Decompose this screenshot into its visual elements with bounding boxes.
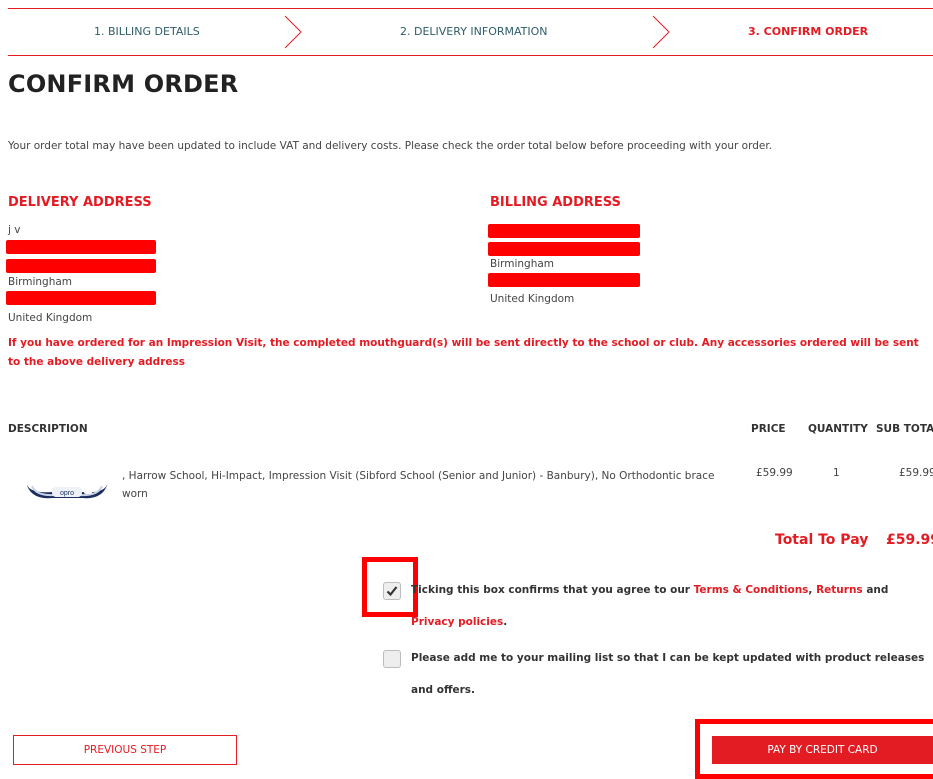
step-confirm-order: 3. CONFIRM ORDER [748, 25, 869, 38]
column-header-price: PRICE [751, 423, 786, 435]
redaction-bar [488, 224, 640, 238]
returns-link[interactable]: Returns [816, 584, 863, 596]
column-header-subtotal: SUB TOTAL [876, 423, 933, 435]
column-header-description: DESCRIPTION [8, 423, 88, 435]
terms-separator: , [808, 584, 817, 596]
total-value: £59.99 [886, 532, 933, 548]
product-price: £59.99 [756, 467, 793, 479]
svg-text:opro: opro [60, 490, 74, 497]
redaction-bar [488, 273, 640, 287]
terms-conditions-link[interactable]: Terms & Conditions [694, 584, 809, 596]
delivery-name: j v [8, 224, 21, 236]
redaction-bar [6, 240, 156, 254]
terms-text-prefix: Ticking this box confirms that you agree… [411, 584, 694, 596]
billing-city: Birmingham [490, 258, 555, 270]
delivery-country: United Kingdom [8, 312, 93, 324]
mailing-list-text: Please add me to your mailing list so th… [411, 652, 925, 696]
terms-end: . [503, 616, 508, 628]
checkout-steps: 1. BILLING DETAILS 2. DELIVERY INFORMATI… [8, 8, 933, 56]
billing-address-title: BILLING ADDRESS [490, 195, 621, 210]
redaction-bar [488, 242, 640, 256]
step-delivery-information[interactable]: 2. DELIVERY INFORMATION [400, 9, 548, 55]
terms-conjunction: and [862, 584, 889, 596]
chevron-right-icon [284, 15, 302, 49]
chevron-right-icon [652, 15, 670, 49]
mailing-list-checkbox[interactable] [383, 650, 401, 668]
table-row: opro [22, 474, 112, 504]
mouthguard-image: opro [26, 482, 108, 499]
step-billing-details[interactable]: 1. BILLING DETAILS [94, 9, 200, 55]
product-quantity: 1 [833, 467, 840, 479]
privacy-policies-link[interactable]: Privacy policies [411, 616, 503, 628]
impression-visit-notice: If you have ordered for an Impression Vi… [8, 337, 919, 368]
product-subtotal: £59.99 [899, 467, 933, 479]
previous-step-button[interactable]: PREVIOUS STEP [13, 735, 237, 765]
highlight-box [695, 719, 933, 779]
redaction-bar [6, 259, 156, 273]
intro-text: Your order total may have been updated t… [8, 140, 773, 152]
delivery-address-title: DELIVERY ADDRESS [8, 195, 152, 210]
highlight-box [362, 557, 418, 617]
column-header-quantity: QUANTITY [808, 423, 868, 435]
redaction-bar [6, 291, 156, 305]
total-label: Total To Pay [775, 532, 869, 548]
page-title: CONFIRM ORDER [8, 70, 239, 98]
delivery-city: Birmingham [8, 276, 73, 288]
billing-country: United Kingdom [490, 293, 575, 305]
product-description: , Harrow School, Hi-Impact, Impression V… [122, 470, 715, 500]
terms-text: Ticking this box confirms that you agree… [411, 574, 931, 638]
